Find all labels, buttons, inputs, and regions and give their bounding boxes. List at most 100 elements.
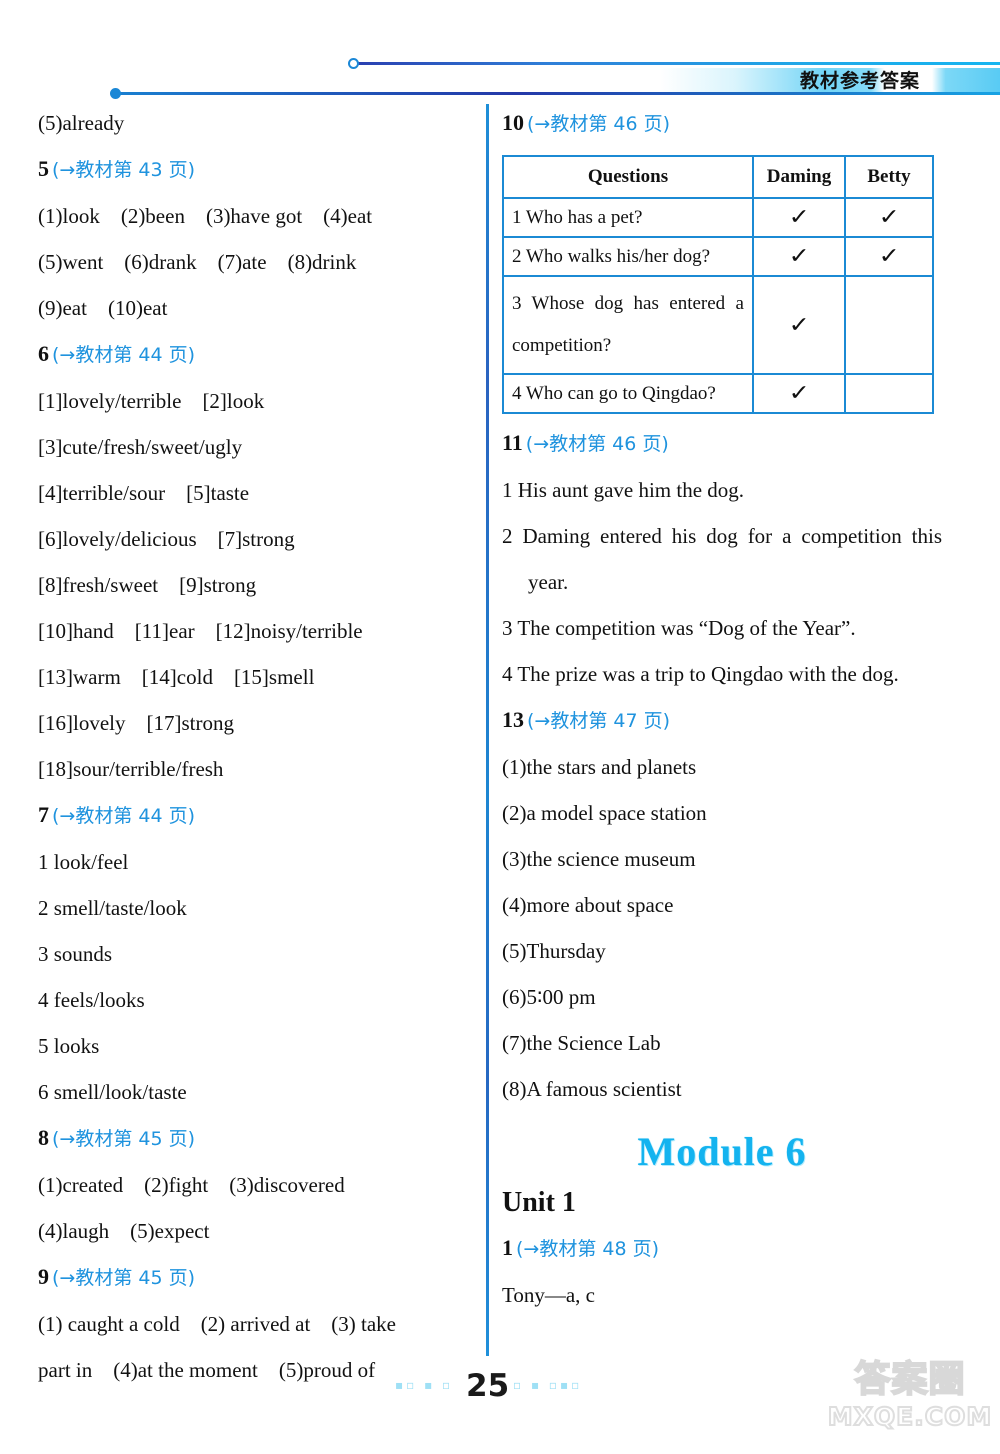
- exercise-11-reference: (→教材第 46 页): [525, 433, 669, 455]
- exercise-5-line: (9)eat (10)eat: [38, 296, 168, 320]
- check-icon: ✓: [788, 244, 810, 269]
- exercise-5-reference: (→教材第 43 页): [52, 159, 196, 181]
- exercise-7-line: 6 smell/look/taste: [38, 1080, 187, 1104]
- table-header-row: Questions Daming Betty: [502, 155, 934, 199]
- exercise-10-table: Questions Daming Betty 1 Who has a pet? …: [502, 155, 934, 414]
- table-cell-daming: ✓: [752, 275, 846, 375]
- footer-decoration-left: ▪▫ ▪ ▫: [395, 1378, 454, 1392]
- exercise-13-line: (2)a model space station: [502, 801, 707, 825]
- header-dot-top-icon: [348, 58, 359, 69]
- header-rule-top: [355, 62, 1000, 65]
- exercise-11-number: 11: [502, 430, 523, 455]
- module-title: Module 6: [637, 1129, 807, 1174]
- exercise-8-reference: (→教材第 45 页): [52, 1128, 196, 1150]
- exercise-6-line: [4]terrible/sour [5]taste: [38, 481, 250, 505]
- check-icon: ✓: [788, 205, 810, 230]
- exercise-10-reference: (→教材第 46 页): [527, 113, 671, 135]
- exercise-7-line: 1 look/feel: [38, 850, 129, 874]
- check-icon: ✓: [878, 244, 900, 269]
- exercise-7-line: 3 sounds: [38, 942, 113, 966]
- table-cell-question: 1 Who has a pet?: [502, 197, 754, 238]
- left-column: (5)already 5 (→教材第 43 页) (1)look (2)been …: [38, 100, 470, 1393]
- exercise-7-reference: (→教材第 44 页): [52, 805, 196, 827]
- exercise-11-item: 4 The prize was a trip to Qingdao with t…: [502, 662, 899, 686]
- footer-decoration-right: ▫ ▪ ▫▪▫: [513, 1378, 583, 1392]
- exercise-9-line: (1) caught a cold (2) arrived at (3) tak…: [38, 1312, 397, 1336]
- exercise-5-line: (5)went (6)drank (7)ate (8)drink: [38, 250, 357, 274]
- exercise-1-reference: (→教材第 48 页): [516, 1238, 660, 1260]
- check-icon: ✓: [788, 381, 810, 406]
- table-cell-daming: ✓: [752, 197, 846, 238]
- exercise-6-line: [13]warm [14]cold [15]smell: [38, 665, 315, 689]
- table-cell-betty: [844, 275, 934, 375]
- table-cell-betty: [844, 373, 934, 414]
- exercise-6-line: [1]lovely/terrible [2]look: [38, 389, 265, 413]
- table-header-daming: Daming: [752, 155, 846, 199]
- check-icon: ✓: [788, 312, 810, 338]
- exercise-11-item: 3 The competition was “Dog of the Year”.: [502, 616, 856, 640]
- exercise-6-line: [16]lovely [17]strong: [38, 711, 234, 735]
- right-column: 10 (→教材第 46 页) Questions Daming Betty 1 W…: [502, 100, 942, 1318]
- exercise-5-number: 5: [38, 156, 49, 181]
- exercise-7-line: 4 feels/looks: [38, 988, 145, 1012]
- exercise-5-line: (1)look (2)been (3)have got (4)eat: [38, 204, 373, 228]
- exercise-5-heading: 5 (→教材第 43 页): [38, 146, 470, 193]
- exercise-13-line: (4)more about space: [502, 893, 674, 917]
- exercise-6-reference: (→教材第 44 页): [52, 344, 196, 366]
- table-cell-betty: ✓: [844, 197, 934, 238]
- carryover-answer: (5)already: [38, 111, 125, 135]
- table-cell-question: 2 Who walks his/her dog?: [502, 236, 754, 277]
- table-header-questions: Questions: [502, 155, 754, 199]
- table-row: 4 Who can go to Qingdao? ✓: [502, 373, 934, 414]
- exercise-13-reference: (→教材第 47 页): [527, 710, 671, 732]
- table-header-betty: Betty: [844, 155, 934, 199]
- table-cell-daming: ✓: [752, 373, 846, 414]
- exercise-9-heading: 9 (→教材第 45 页): [38, 1254, 470, 1301]
- exercise-13-number: 13: [502, 707, 524, 732]
- exercise-7-line: 5 looks: [38, 1034, 100, 1058]
- exercise-1-number: 1: [502, 1235, 513, 1260]
- table-row: 3 Whose dog has entered a competition? ✓: [502, 275, 934, 375]
- table-cell-question: 4 Who can go to Qingdao?: [502, 373, 754, 414]
- exercise-13-line: (3)the science museum: [502, 847, 696, 871]
- exercise-6-line: [10]hand [11]ear [12]noisy/terrible: [38, 619, 363, 643]
- exercise-8-heading: 8 (→教材第 45 页): [38, 1115, 470, 1162]
- exercise-6-number: 6: [38, 341, 49, 366]
- page-footer: ▪▫ ▪ ▫ 25 ▫ ▪ ▫▪▫: [0, 1368, 1000, 1428]
- exercise-11-item: 1 His aunt gave him the dog.: [502, 478, 745, 502]
- exercise-8-line: (1)created (2)fight (3)discovered: [38, 1173, 345, 1197]
- exercise-7-heading: 7 (→教材第 44 页): [38, 792, 470, 839]
- exercise-13-line: (1)the stars and planets: [502, 755, 697, 779]
- table-row: 1 Who has a pet? ✓ ✓: [502, 197, 934, 238]
- exercise-9-reference: (→教材第 45 页): [52, 1267, 196, 1289]
- exercise-1-line: Tony—a, c: [502, 1283, 596, 1307]
- exercise-6-line: [18]sour/terrible/fresh: [38, 757, 224, 781]
- exercise-6-line: [8]fresh/sweet [9]strong: [38, 573, 257, 597]
- exercise-9-number: 9: [38, 1264, 49, 1289]
- exercise-10-heading: 10 (→教材第 46 页): [502, 100, 942, 147]
- page-header: 教材参考答案: [0, 0, 1000, 100]
- exercise-10-number: 10: [502, 110, 524, 135]
- table-cell-betty: ✓: [844, 236, 934, 277]
- exercise-8-number: 8: [38, 1125, 49, 1150]
- header-dot-bottom-icon: [110, 88, 121, 99]
- exercise-13-heading: 13 (→教材第 47 页): [502, 697, 942, 744]
- exercise-1-heading: 1 (→教材第 48 页): [502, 1225, 942, 1272]
- unit-title: Unit 1: [502, 1187, 576, 1218]
- exercise-6-line: [3]cute/fresh/sweet/ugly: [38, 435, 243, 459]
- exercise-13-line: (8)A famous scientist: [502, 1077, 682, 1101]
- column-divider: [486, 104, 489, 1356]
- exercise-13-line: (6)5∶00 pm: [502, 985, 596, 1009]
- check-icon: ✓: [878, 205, 900, 230]
- exercise-13-line: (7)the Science Lab: [502, 1031, 661, 1055]
- table-cell-daming: ✓: [752, 236, 846, 277]
- exercise-6-line: [6]lovely/delicious [7]strong: [38, 527, 295, 551]
- header-title: 教材参考答案: [800, 70, 921, 92]
- page-number: 25: [466, 1368, 510, 1404]
- exercise-6-heading: 6 (→教材第 44 页): [38, 331, 470, 378]
- exercise-7-number: 7: [38, 802, 49, 827]
- exercise-7-line: 2 smell/taste/look: [38, 896, 187, 920]
- exercise-11-item: 2 Daming entered his dog for a competiti…: [502, 524, 942, 594]
- table-row: 2 Who walks his/her dog? ✓ ✓: [502, 236, 934, 277]
- exercise-8-line: (4)laugh (5)expect: [38, 1219, 210, 1243]
